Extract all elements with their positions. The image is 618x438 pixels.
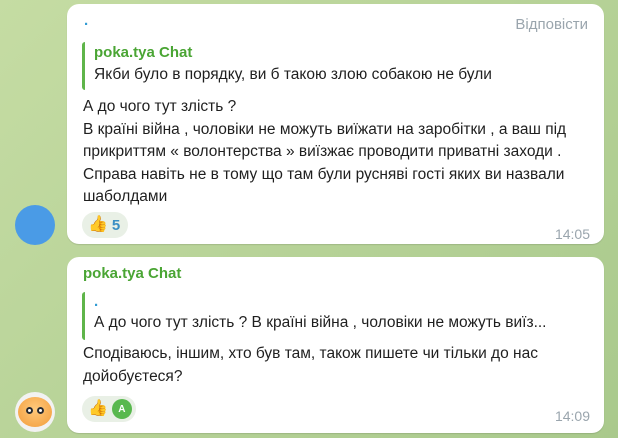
quoted-reply[interactable]: . А до чого тут злість ? В країні війна … [82, 292, 594, 340]
avatar[interactable] [15, 205, 55, 245]
quoted-text: А до чого тут злість ? В країні війна , … [94, 314, 547, 331]
reaction-chip[interactable]: 👍 A [82, 396, 136, 422]
thumbs-up-icon: 👍 [88, 216, 108, 233]
message-time: 14:09 [554, 408, 590, 424]
sender-name[interactable]: . [84, 12, 88, 29]
quoted-author: . [94, 293, 99, 310]
emoji-face-icon [18, 397, 52, 427]
quoted-author: poka.tya Chat [94, 44, 193, 61]
quoted-reply[interactable]: poka.tya Chat Якби було в порядку, ви б … [82, 42, 594, 90]
message-bubble[interactable]: . Відповісти poka.tya Chat Якби було в п… [67, 4, 604, 244]
sender-name[interactable]: poka.tya Chat [83, 265, 181, 282]
message-bubble[interactable]: poka.tya Chat . А до чого тут злість ? В… [67, 257, 604, 433]
reply-button[interactable]: Відповісти [515, 16, 588, 33]
avatar[interactable] [15, 392, 55, 432]
reaction-chip[interactable]: 👍 5 [82, 212, 129, 238]
message-text: А до чого тут злість ? В країні війна , … [83, 98, 567, 205]
thumbs-up-icon: 👍 [88, 400, 108, 417]
reactor-avatar: A [111, 399, 132, 419]
message-text: Сподіваюсь, іншим, хто був там, також пи… [83, 345, 538, 385]
quoted-text: Якби було в порядку, ви б такою злою соб… [94, 66, 492, 83]
reaction-count: 5 [111, 216, 121, 234]
message-time: 14:05 [554, 226, 590, 242]
